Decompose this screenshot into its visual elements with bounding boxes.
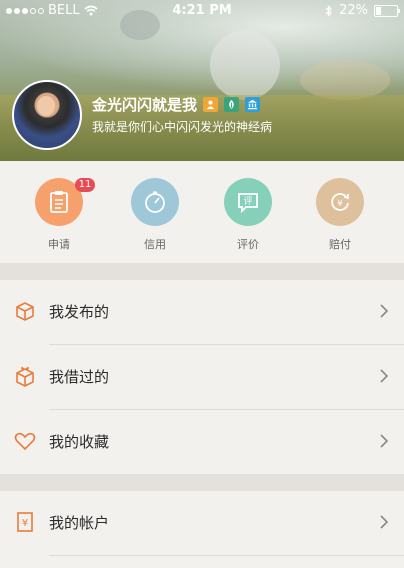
menu-item-favorites[interactable]: 我的收藏 [0, 410, 404, 474]
gauge-icon [131, 178, 179, 226]
bank-badge-icon[interactable] [245, 97, 261, 112]
avatar[interactable] [12, 80, 82, 150]
person-badge-icon[interactable] [203, 97, 219, 112]
action-label: 评价 [237, 238, 259, 251]
chevron-right-icon [380, 434, 388, 448]
comment-icon: 评 [224, 178, 272, 226]
menu-item-label: 我借过的 [49, 368, 110, 386]
svg-text:评: 评 [243, 196, 252, 207]
notification-badge: 11 [75, 178, 95, 192]
menu-item-published[interactable]: 我发布的 [0, 280, 404, 344]
yuan-ledger-icon: ¥ [17, 512, 33, 532]
battery-percent: 22% [339, 3, 368, 18]
quick-actions: 11 申请 信用 评 评价 ¥ 赔付 [0, 161, 404, 263]
cover-decoration [210, 30, 280, 100]
action-review[interactable]: 评 评价 [208, 178, 288, 252]
svg-text:¥: ¥ [337, 199, 343, 209]
svg-text:¥: ¥ [22, 518, 28, 529]
action-label: 申请 [48, 238, 70, 251]
box-icon [16, 302, 34, 321]
profile-cover: BELL 4:21 PM 22% 金光闪闪就是我 我就是你们心中闪闪发光的神经病 [0, 0, 404, 161]
status-bar: BELL 4:21 PM 22% [0, 0, 404, 22]
profile-name: 金光闪闪就是我 [92, 96, 198, 114]
action-label: 信用 [144, 238, 166, 251]
heart-icon [14, 432, 36, 451]
action-label: 赔付 [329, 238, 351, 251]
action-credit[interactable]: 信用 [115, 178, 195, 252]
battery-icon [374, 4, 400, 17]
chevron-right-icon [380, 304, 388, 318]
clipboard-icon: 11 [35, 178, 95, 226]
menu-item-label: 我的帐户 [49, 514, 110, 532]
menu-item-account[interactable]: ¥ 我的帐户 [0, 491, 404, 555]
avatar-face [37, 96, 55, 116]
divider [49, 555, 404, 556]
action-apply[interactable]: 11 申请 [19, 178, 99, 252]
bluetooth-icon [325, 4, 332, 17]
profile-motto: 我就是你们心中闪闪发光的神经病 [92, 120, 273, 134]
refund-icon: ¥ [316, 178, 364, 226]
profile-name-row: 金光闪闪就是我 [92, 94, 261, 115]
menu-item-borrowed[interactable]: 我借过的 [0, 345, 404, 409]
gift-box-icon [16, 366, 34, 387]
menu-item-label: 我的收藏 [49, 433, 110, 451]
section-separator [0, 263, 404, 280]
chevron-right-icon [380, 369, 388, 383]
action-compensation[interactable]: ¥ 赔付 [300, 178, 380, 252]
cover-decoration [300, 60, 390, 100]
section-separator [0, 474, 404, 491]
chevron-right-icon [380, 515, 388, 529]
menu-item-label: 我发布的 [49, 303, 110, 321]
leaf-badge-icon[interactable] [224, 97, 240, 112]
